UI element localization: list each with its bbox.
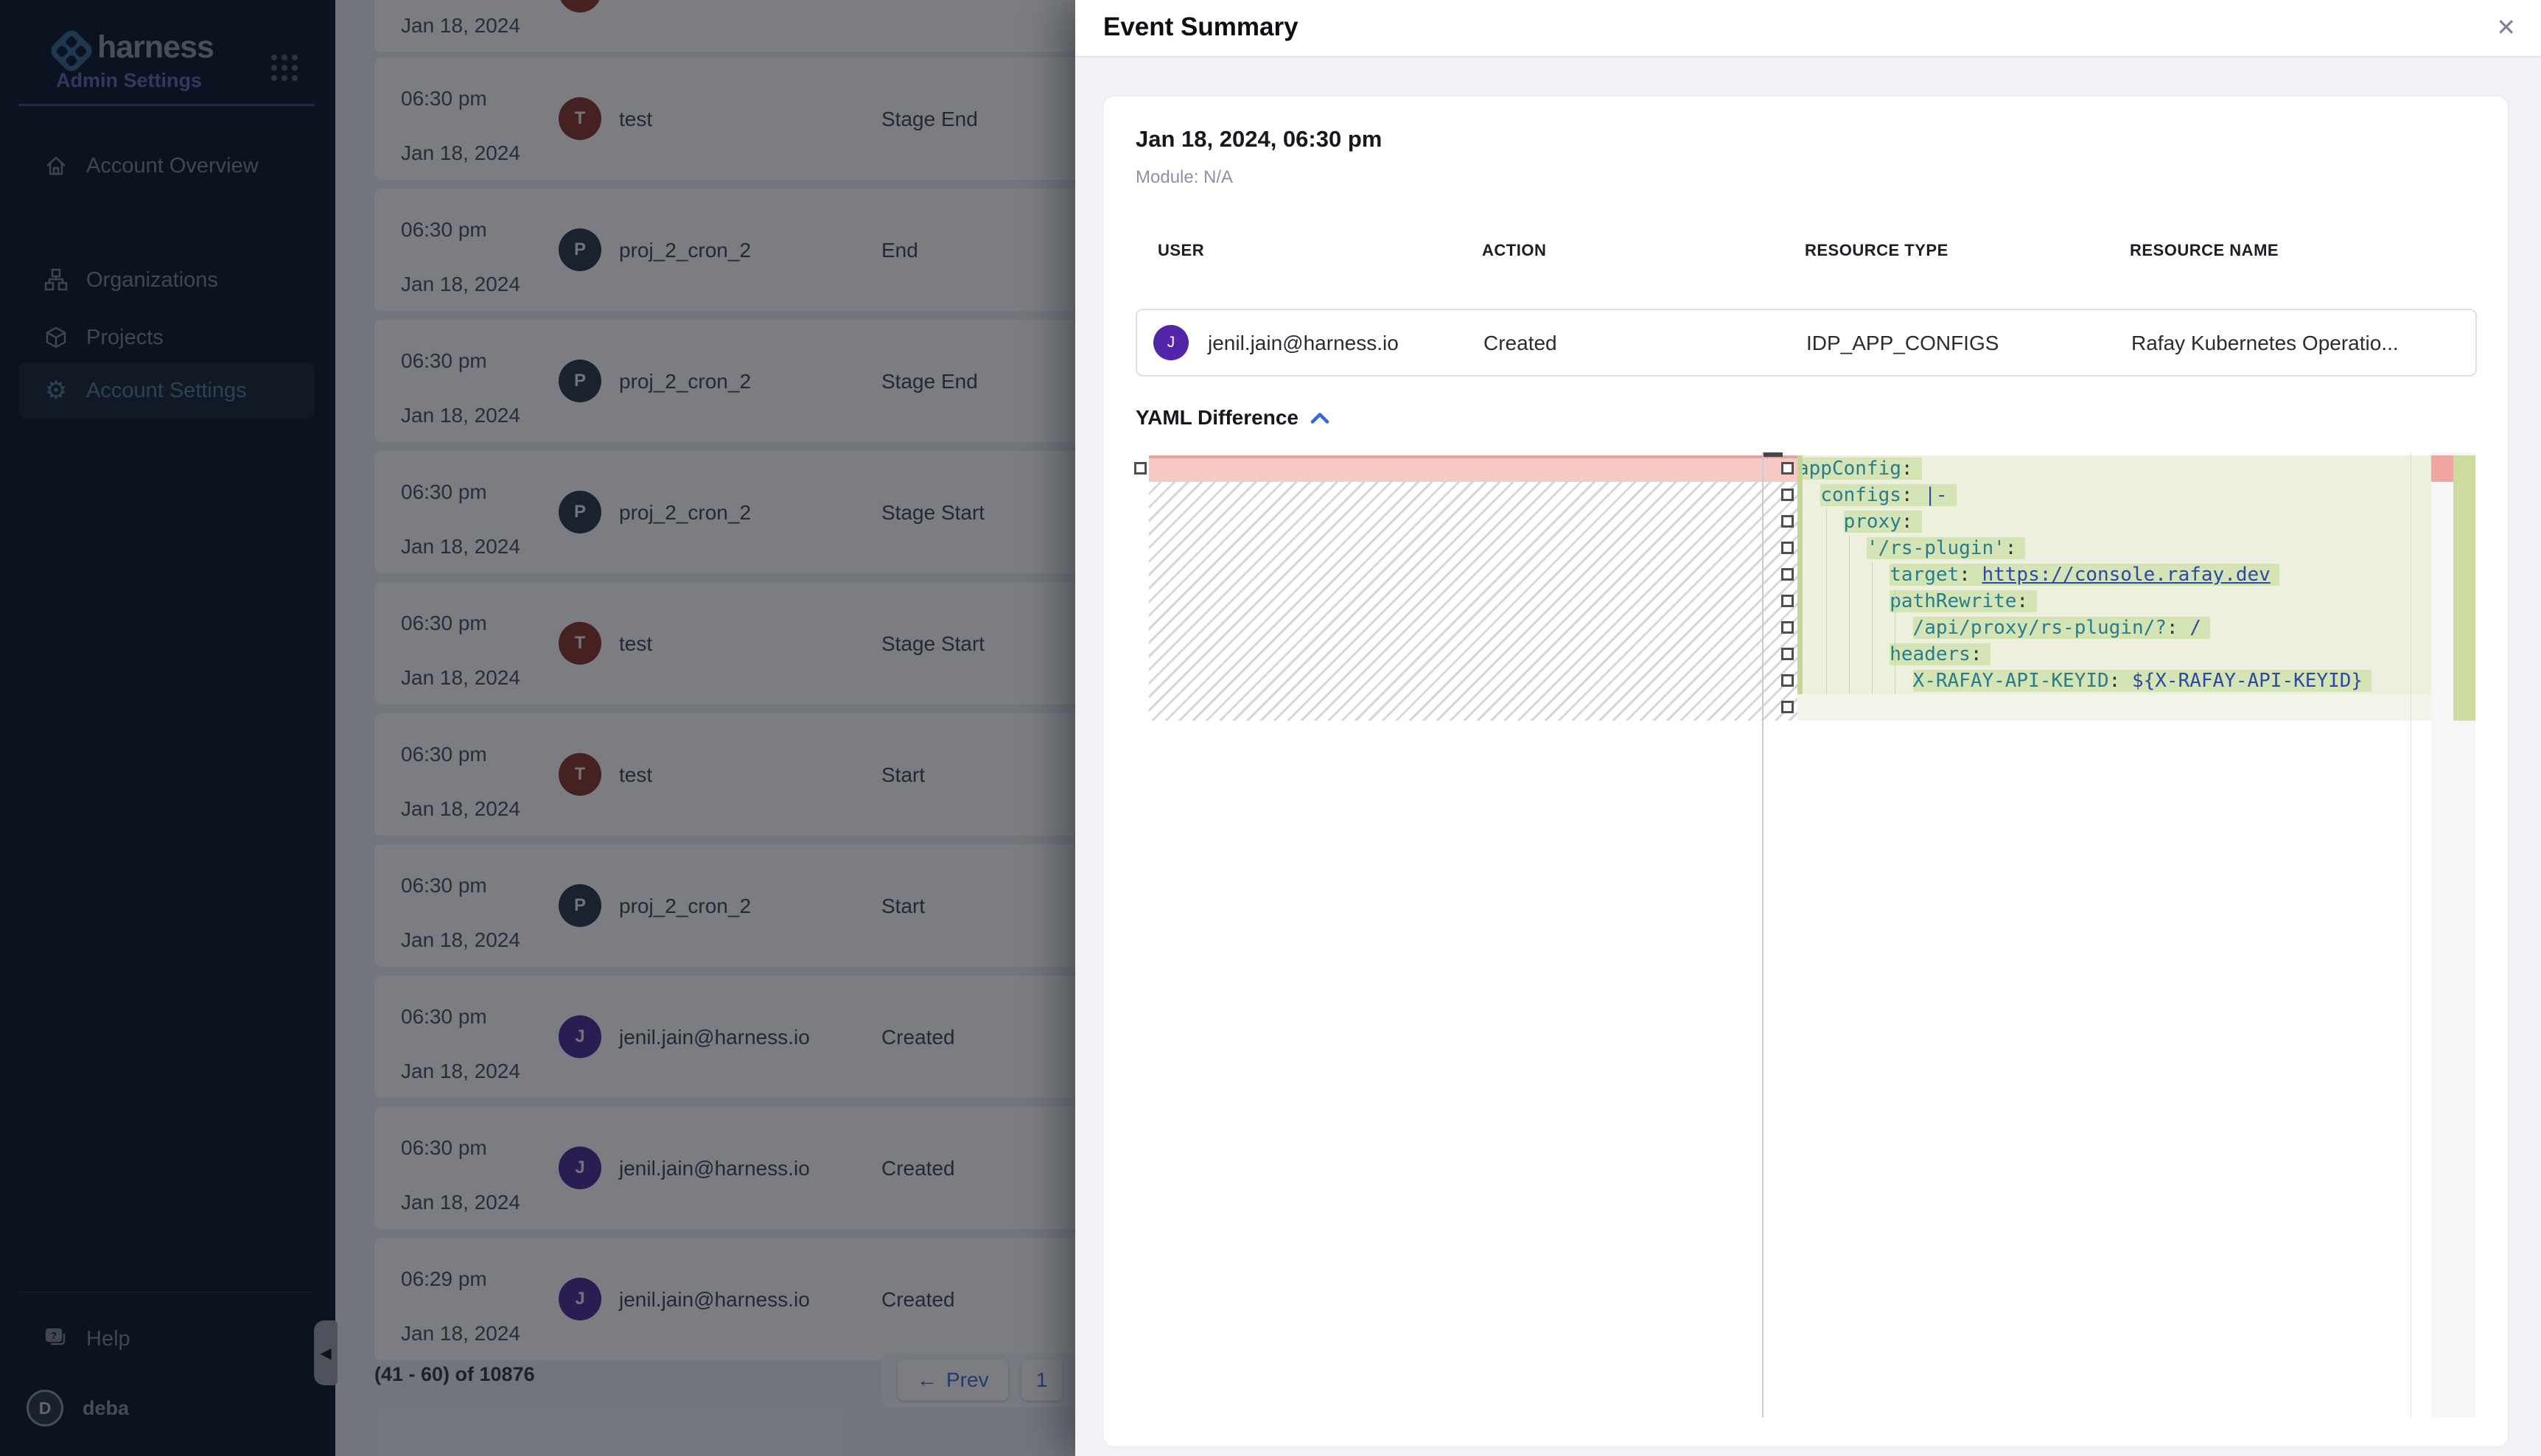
diff-added-code-line: /api/proxy/rs-plugin/?: / (1797, 615, 2433, 641)
yaml-key: X-RAFAY-API-KEYID (1913, 670, 2109, 692)
revert-glyph-icon[interactable] (1134, 462, 1147, 475)
yaml-key: appConfig (1797, 458, 1901, 480)
revert-glyph-icon[interactable] (1781, 462, 1794, 475)
yaml-key: pathRewrite (1890, 590, 2016, 612)
col-header-action: ACTION (1482, 241, 1546, 260)
yaml-value: ${X-RAFAY-API-KEYID} (2132, 670, 2363, 692)
cell-resource-type: IDP_APP_CONFIGS (1806, 332, 1999, 355)
event-summary-drawer: Event Summary ✕ Jan 18, 2024, 06:30 pm M… (1075, 0, 2541, 1456)
yaml-key: configs (1820, 484, 1901, 506)
event-card: Jan 18, 2024, 06:30 pm Module: N/A USER … (1102, 96, 2509, 1447)
diff-added-empty-line (1797, 694, 2433, 721)
diff-empty-filler (1149, 482, 1799, 721)
close-icon[interactable]: ✕ (2496, 13, 2516, 41)
revert-glyph-icon[interactable] (1781, 489, 1794, 501)
diff-added-code-line: '/rs-plugin': (1797, 535, 2433, 561)
yaml-difference-toggle[interactable]: YAML Difference (1136, 406, 1329, 430)
event-datetime: Jan 18, 2024, 06:30 pm (1136, 126, 1382, 153)
yaml-difference-label: YAML Difference (1136, 406, 1299, 430)
cell-action: Created (1483, 332, 1557, 355)
yaml-key: proxy (1844, 511, 1901, 533)
chevron-up-icon (1310, 412, 1329, 424)
minimap-added-marker (2453, 455, 2475, 721)
event-table-row: J jenil.jain@harness.io Created IDP_APP_… (1136, 309, 2477, 377)
revert-glyph-icon[interactable] (1781, 701, 1794, 713)
cell-resource-name: Rafay Kubernetes Operatio... (2131, 332, 2399, 355)
diff-scrollbar[interactable] (1764, 452, 1783, 457)
screen: harness Admin Settings Account Overview … (0, 0, 2541, 1456)
diff-added-code-line: pathRewrite: (1797, 588, 2433, 615)
diff-added-code-line: headers: (1797, 641, 2433, 668)
col-header-user: USER (1158, 241, 1204, 260)
drawer-title: Event Summary (1103, 13, 1299, 42)
yaml-value-link[interactable]: https://console.rafay.dev (1982, 564, 2270, 586)
drawer-header: Event Summary ✕ (1075, 0, 2541, 57)
yaml-diff-editor: appConfig: configs: |- proxy: '/rs-plugi… (1133, 452, 2475, 1418)
revert-glyph-icon[interactable] (1781, 568, 1794, 581)
col-header-resource-type: RESOURCE TYPE (1805, 241, 1948, 260)
yaml-key: '/rs-plugin' (1867, 537, 2005, 559)
cell-user: jenil.jain@harness.io (1208, 332, 1399, 355)
yaml-key: target (1890, 564, 1959, 586)
revert-glyph-icon[interactable] (1781, 648, 1794, 660)
avatar: J (1153, 325, 1189, 360)
revert-glyph-icon[interactable] (1781, 542, 1794, 554)
indent-guide (1849, 536, 1850, 694)
revert-glyph-icon[interactable] (1781, 674, 1794, 687)
indent-guide (1872, 562, 1873, 694)
diff-added-code-line: configs: |- (1797, 482, 2433, 508)
indent-guide (1826, 509, 1827, 694)
yaml-value: |- (1924, 484, 1947, 506)
yaml-key: headers (1890, 643, 1971, 665)
diff-added-code-line: X-RAFAY-API-KEYID: ${X-RAFAY-API-KEYID} (1797, 668, 2433, 694)
diff-added-gutter-strip (1797, 455, 1803, 694)
diff-added-code-line: target: https://console.rafay.dev (1797, 561, 2433, 588)
event-module: Module: N/A (1136, 167, 1233, 188)
diff-removed-line (1149, 455, 1799, 482)
yaml-key: /api/proxy/rs-plugin/? (1913, 617, 2167, 639)
diff-added-code-line: proxy: (1797, 508, 2433, 535)
revert-glyph-icon[interactable] (1781, 621, 1794, 634)
revert-glyph-icon[interactable] (1781, 515, 1794, 528)
col-header-resource-name: RESOURCE NAME (2130, 241, 2279, 260)
minimap-removed-marker (2431, 455, 2453, 482)
diff-added-code-line: appConfig: (1797, 455, 2433, 482)
revert-glyph-icon[interactable] (1781, 595, 1794, 607)
diff-added-pane: appConfig: configs: |- proxy: '/rs-plugi… (1797, 455, 2433, 721)
diff-sash[interactable] (1762, 452, 1764, 1418)
yaml-value: / (2189, 617, 2201, 639)
